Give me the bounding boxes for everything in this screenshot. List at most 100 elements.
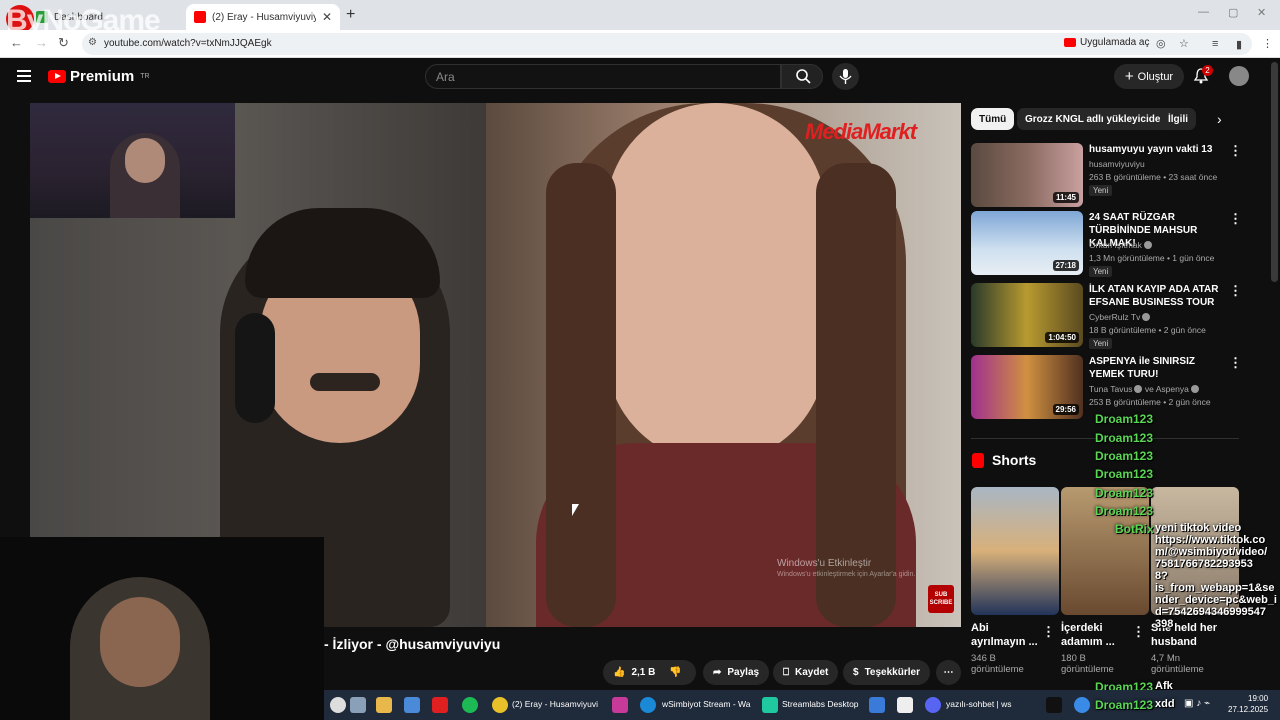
more-options-icon[interactable]: ⋮ xyxy=(1042,624,1055,640)
app-icon[interactable] xyxy=(1074,697,1090,713)
youtube-header: Premium TR + Oluştur 2 xyxy=(0,58,1280,100)
url-field[interactable]: ⚙ youtube.com/watch?v=txNmJJQAEgk Uygula… xyxy=(82,33,1252,55)
video-thumbnail[interactable]: 29:56 xyxy=(971,355,1083,419)
new-badge: Yeni xyxy=(1089,266,1113,277)
task-view-icon[interactable] xyxy=(350,697,366,713)
channel-name[interactable]: Tuna Tavus ve Aspenya xyxy=(1089,384,1199,394)
forward-icon[interactable]: → xyxy=(35,35,48,50)
more-actions-button[interactable]: ⋯ xyxy=(936,660,961,685)
taskbar-item-edge[interactable]: wSimbiyot Stream - Wa xyxy=(662,699,750,709)
logo-region: TR xyxy=(140,73,150,80)
chat-user: Droam123 xyxy=(1095,486,1154,500)
thumbs-up-icon[interactable]: 👍 xyxy=(613,667,625,678)
chip-related[interactable]: İlgili xyxy=(1160,108,1196,130)
chip-all[interactable]: Tümü xyxy=(971,108,1015,130)
create-button[interactable]: + Oluştur xyxy=(1114,64,1184,89)
short-title[interactable]: İçerdeki adamım ... xyxy=(1061,621,1115,649)
more-options-icon[interactable]: ⋮ xyxy=(1229,355,1242,371)
store-icon[interactable] xyxy=(404,697,420,713)
taskbar-item-discord[interactable]: yazılı-sohbet | ws xyxy=(946,699,1012,709)
browser-menu-icon[interactable]: ⋮ xyxy=(1262,37,1273,50)
app-icon[interactable] xyxy=(869,697,885,713)
chat-xdd: xdd xyxy=(1155,698,1175,710)
chevron-right-icon[interactable]: › xyxy=(1217,111,1222,127)
search-input[interactable] xyxy=(426,65,780,89)
open-in-app-button[interactable]: Uygulamada aç xyxy=(1064,37,1149,48)
menu-icon[interactable] xyxy=(17,70,31,82)
chat-bot: BotRix xyxy=(1115,522,1154,536)
short-title[interactable]: Abi ayrılmayın ... xyxy=(971,621,1038,649)
avatar[interactable] xyxy=(1229,66,1249,86)
site-info-icon[interactable]: ⚙ xyxy=(88,37,97,48)
short-views: 346 Bgörüntüleme xyxy=(971,653,1024,675)
thumbs-down-icon[interactable]: 👎 xyxy=(669,667,681,678)
video-meta: 18 B görüntüleme • 2 gün önce xyxy=(1089,325,1206,335)
search-button[interactable] xyxy=(781,64,823,89)
edge-icon[interactable] xyxy=(640,697,656,713)
chat-message: yeni tiktok video https://www.tiktok.co … xyxy=(1155,522,1277,630)
video-thumbnail[interactable]: 27:18 xyxy=(971,211,1083,275)
mediamarkt-logo: MediaMarkt xyxy=(805,119,917,144)
scrollbar[interactable] xyxy=(1271,62,1278,282)
chat-user: Droam123 xyxy=(1095,698,1154,712)
channel-name[interactable]: husamviyuviyu xyxy=(1089,159,1145,169)
video-title: - İzliyor - @husamviyuviyu xyxy=(324,636,501,652)
taskbar-item-chrome[interactable]: (2) Eray - Husamviyuvi xyxy=(512,699,598,709)
new-tab-icon[interactable]: + xyxy=(346,6,355,24)
tray-icons[interactable]: ▣ ♪ ⌁ xyxy=(1184,698,1210,709)
extension-icon[interactable]: ▮ xyxy=(1236,38,1242,51)
youtube-app-icon[interactable] xyxy=(432,697,448,713)
list-item[interactable]: 11:45 husamyuyu yayın vakti 13 husamviyu… xyxy=(971,143,1242,207)
app-icon[interactable] xyxy=(897,697,913,713)
eye-off-icon[interactable]: ◎ xyxy=(1156,37,1166,50)
chip-uploader[interactable]: Grozz KNGL adlı yükleyiciden xyxy=(1017,108,1175,130)
streamlabs-icon[interactable] xyxy=(762,697,778,713)
more-options-icon[interactable]: ⋮ xyxy=(1229,143,1242,159)
maximize-icon[interactable]: ▢ xyxy=(1228,6,1238,19)
notification-badge: 2 xyxy=(1202,65,1213,76)
discord-icon[interactable] xyxy=(925,697,941,713)
instagram-icon[interactable] xyxy=(612,697,628,713)
video-title[interactable]: ASPENYA ile SINIRSIZ YEMEK TURU! xyxy=(1089,355,1224,381)
start-icon[interactable] xyxy=(330,697,346,713)
back-icon[interactable]: ← xyxy=(10,35,23,50)
save-button[interactable]: ⎕ Kaydet xyxy=(773,660,839,685)
spotify-icon[interactable] xyxy=(462,697,478,713)
close-tab-icon[interactable]: ✕ xyxy=(322,10,332,24)
tab-youtube[interactable]: (2) Eray - Husamviyuviyu, h ✕ xyxy=(186,4,340,30)
thanks-icon: $ xyxy=(853,667,859,678)
video-thumbnail[interactable]: 1:04:50 xyxy=(971,283,1083,347)
shorts-icon xyxy=(972,452,984,468)
channel-name[interactable]: CyberRulz Tv xyxy=(1089,312,1151,322)
short-thumbnail[interactable] xyxy=(971,487,1059,615)
close-window-icon[interactable]: ✕ xyxy=(1257,6,1266,19)
thanks-button[interactable]: $ Teşekkürler xyxy=(843,660,930,685)
like-dislike-group[interactable]: 👍 2,1 B 👎 xyxy=(603,660,696,685)
channel-name[interactable]: Orkun Işıtmak xyxy=(1089,240,1152,250)
more-options-icon[interactable]: ⋮ xyxy=(1229,283,1242,299)
share-button[interactable]: ➦ Paylaş xyxy=(703,660,770,685)
video-title[interactable]: İLK ATAN KAYIP ADA ATAR EFSANE BUSINESS … xyxy=(1089,283,1224,309)
tiktok-icon[interactable] xyxy=(1046,697,1062,713)
bookmark-star-icon[interactable]: ☆ xyxy=(1179,37,1189,50)
list-item[interactable]: 29:56 ASPENYA ile SINIRSIZ YEMEK TURU! T… xyxy=(971,355,1242,419)
video-title[interactable]: husamyuyu yayın vakti 13 xyxy=(1089,143,1224,156)
taskbar-item-streamlabs[interactable]: Streamlabs Desktop xyxy=(782,699,859,709)
list-item[interactable]: 1:04:50 İLK ATAN KAYIP ADA ATAR EFSANE B… xyxy=(971,283,1242,349)
youtube-app-icon xyxy=(1064,38,1076,47)
mouse-cursor-icon xyxy=(572,504,579,516)
minimize-icon[interactable]: — xyxy=(1198,6,1209,18)
voice-search-button[interactable] xyxy=(832,63,859,90)
more-options-icon[interactable]: ⋮ xyxy=(1132,624,1145,640)
list-item[interactable]: 27:18 24 SAAT RÜZGAR TÜRBİNİNDE MAHSUR K… xyxy=(971,211,1242,277)
tab-search-icon[interactable]: ≡ xyxy=(1212,38,1218,50)
youtube-logo[interactable]: Premium TR xyxy=(48,68,150,85)
reload-icon[interactable]: ↻ xyxy=(58,35,69,51)
system-clock[interactable]: 19:00 27.12.2025 xyxy=(1228,693,1268,715)
video-thumbnail[interactable]: 11:45 xyxy=(971,143,1083,207)
chrome-icon[interactable] xyxy=(492,697,508,713)
file-explorer-icon[interactable] xyxy=(376,697,392,713)
more-options-icon[interactable]: ⋮ xyxy=(1229,211,1242,227)
search-box[interactable] xyxy=(425,64,781,89)
verified-icon xyxy=(1143,241,1152,249)
